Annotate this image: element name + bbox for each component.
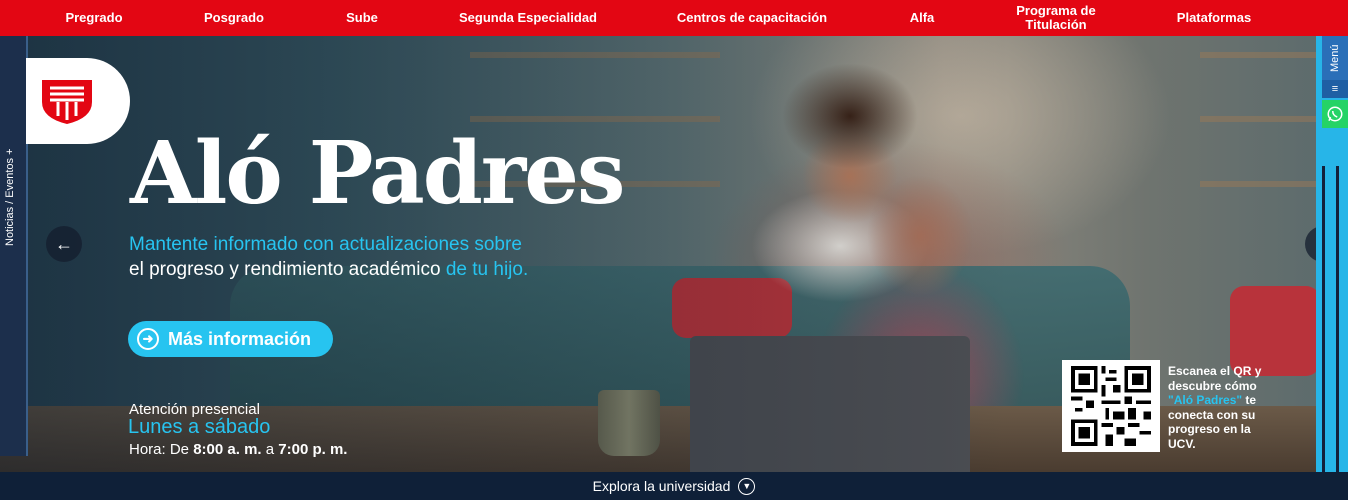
hero-subtitle-line1: Mantente informado con actualizaciones s…	[129, 234, 522, 255]
more-info-label: Más información	[168, 328, 312, 349]
hours-mid: a	[261, 441, 279, 458]
nav-sube[interactable]: Sube	[330, 0, 394, 36]
shield-logo-icon	[42, 80, 92, 124]
hero-subtitle-line2: el progreso y rendimiento académico de t…	[129, 259, 528, 281]
explore-label: Explora la universidad	[592, 478, 731, 494]
nav-centros-capacitacion[interactable]: Centros de capacitación	[670, 0, 834, 36]
news-events-tab[interactable]: Noticias / Eventos +	[0, 36, 28, 456]
hamburger-icon[interactable]: ≡	[1322, 80, 1348, 98]
qr-text-1: Escanea el QR y descubre cómo	[1168, 364, 1262, 393]
attention-days: Lunes a sábado	[128, 416, 271, 438]
top-navigation: Pregrado Posgrado Sube Segunda Especiali…	[0, 0, 1348, 36]
nav-posgrado[interactable]: Posgrado	[188, 0, 280, 36]
stripe	[1336, 166, 1339, 472]
hero-title: Aló Padres	[130, 123, 625, 224]
hero-subtitle-highlight: de tu hijo.	[440, 259, 529, 280]
whatsapp-icon	[1327, 106, 1343, 122]
nav-pregrado[interactable]: Pregrado	[48, 0, 140, 36]
qr-description: Escanea el QR y descubre cómo "Aló Padre…	[1168, 364, 1268, 451]
qr-text-highlight: "Aló Padres"	[1168, 393, 1243, 407]
carousel-prev-button[interactable]: ←	[46, 226, 82, 262]
news-events-label: Noticias / Eventos +	[4, 148, 16, 246]
qr-code-icon	[1071, 366, 1151, 446]
qr-code	[1062, 360, 1160, 452]
nav-programa-titulacion[interactable]: Programa de Titulación	[1006, 0, 1106, 36]
explore-university-bar[interactable]: Explora la universidad ▼	[0, 472, 1348, 500]
chevron-down-circle-icon: ▼	[738, 477, 756, 495]
nav-segunda-especialidad[interactable]: Segunda Especialidad	[452, 0, 604, 36]
hours-from: 8:00 a. m.	[193, 441, 262, 458]
stripe	[1322, 166, 1325, 472]
whatsapp-button[interactable]	[1322, 100, 1348, 128]
menu-label: Menú	[1329, 44, 1341, 72]
nav-alfa[interactable]: Alfa	[898, 0, 946, 36]
hours-to: 7:00 p. m.	[278, 441, 348, 458]
attention-hours: Hora: De 8:00 a. m. a 7:00 p. m.	[129, 441, 347, 458]
circle-arrow-right-icon: ➜	[137, 328, 159, 350]
more-info-button[interactable]: ➜ Más información	[128, 321, 333, 357]
nav-plataformas[interactable]: Plataformas	[1166, 0, 1262, 36]
arrow-left-icon: ←	[55, 233, 73, 254]
hours-prefix: Hora: De	[129, 441, 194, 458]
hero-subtitle-text: el progreso y rendimiento académico	[129, 259, 441, 280]
ucv-logo[interactable]	[26, 58, 130, 144]
